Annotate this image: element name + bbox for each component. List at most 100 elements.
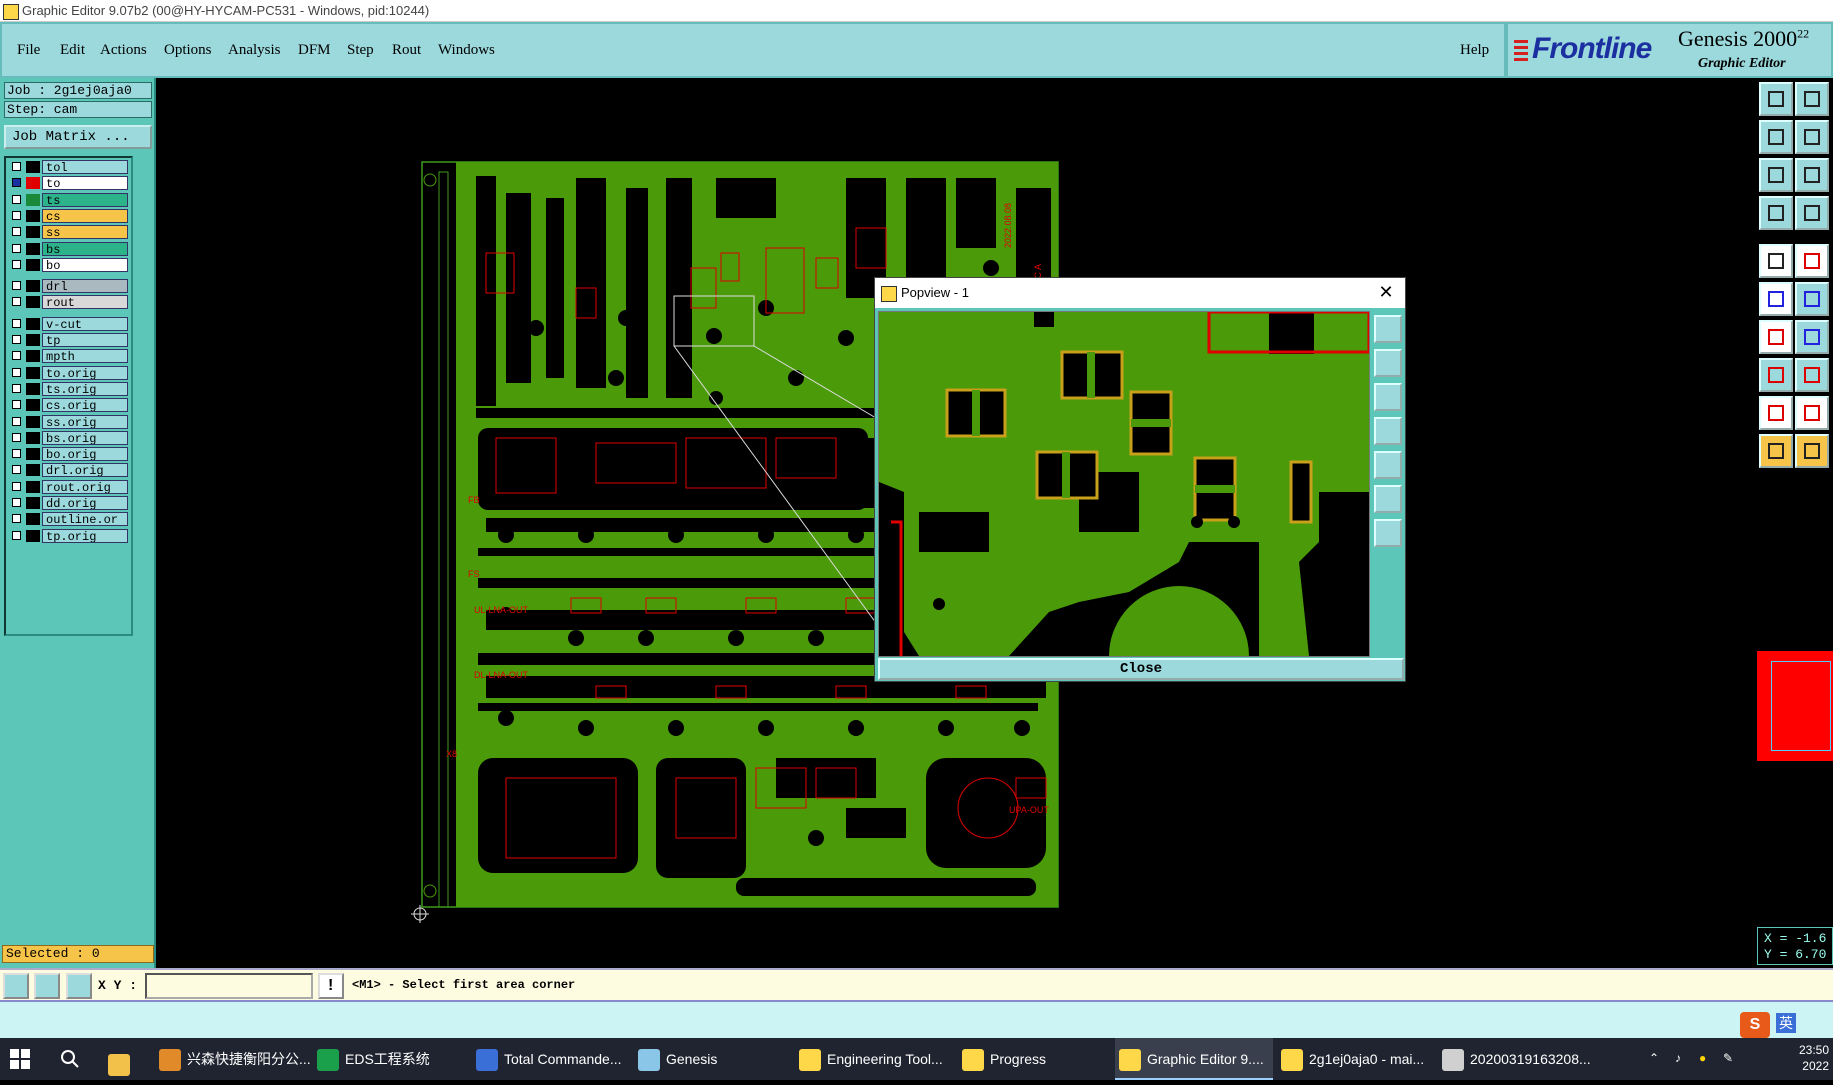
layer-row[interactable]: dd.orig [8, 496, 129, 510]
triangle-button[interactable] [1759, 396, 1793, 430]
layer-name[interactable]: bs [42, 241, 128, 256]
layer-row[interactable]: to.orig [8, 365, 129, 380]
layer-row[interactable]: ts.orig [8, 381, 129, 396]
layer-name[interactable]: ts.orig [42, 381, 128, 396]
file-explorer-button[interactable] [108, 1038, 136, 1080]
layer-checkbox[interactable] [12, 530, 21, 540]
layer-checkbox[interactable] [12, 259, 21, 269]
layer-name[interactable]: tp.orig [42, 528, 128, 543]
layer-name[interactable]: drl.orig [42, 463, 128, 478]
grid-button[interactable] [1795, 196, 1829, 230]
layer-name[interactable]: tol [42, 160, 128, 174]
layer-checkbox[interactable] [12, 243, 21, 253]
menu-analysis[interactable]: Analysis [228, 42, 281, 59]
fill-mode-button[interactable] [1759, 244, 1793, 278]
text-button[interactable] [1795, 396, 1829, 430]
layer-checkbox[interactable] [12, 162, 21, 171]
layer-name[interactable]: bo.orig [42, 447, 128, 462]
grid-snap-button[interactable] [66, 973, 92, 999]
layer-row[interactable]: tol [8, 160, 129, 174]
layer-row[interactable]: rout.orig [8, 479, 129, 494]
menu-options[interactable]: Options [164, 42, 212, 59]
popview-close-button[interactable]: Close [878, 658, 1404, 680]
popview-fit-button[interactable] [1374, 485, 1402, 513]
popview-home-button[interactable] [1374, 519, 1402, 547]
layer-row[interactable]: ss.orig [8, 414, 129, 429]
xy-input[interactable] [145, 973, 313, 999]
snap-button[interactable] [1759, 196, 1793, 230]
layer-row[interactable]: cs [8, 208, 129, 223]
measure-button[interactable] [1759, 320, 1793, 354]
select-all-button[interactable] [1795, 434, 1829, 468]
layer-checkbox[interactable] [12, 227, 21, 237]
menu-windows[interactable]: Windows [438, 42, 495, 59]
layer-name[interactable]: tp [42, 333, 128, 347]
layer-checkbox[interactable] [12, 281, 21, 291]
pan-down-button[interactable] [1795, 82, 1829, 116]
layer-checkbox[interactable] [12, 383, 21, 393]
layer-name[interactable]: bo [42, 257, 128, 272]
clock[interactable]: 23:50 2022 [1780, 1038, 1833, 1080]
popview-pan-left-button[interactable] [1374, 417, 1402, 445]
layer-name[interactable]: cs.orig [42, 398, 128, 413]
ime-logo-icon[interactable]: S [1740, 1012, 1770, 1038]
pan-up-button[interactable] [1759, 82, 1793, 116]
taskbar-app[interactable]: 2g1ej0aja0 - mai... [1277, 1038, 1435, 1080]
layer-name[interactable]: to [42, 176, 128, 191]
layer-row[interactable]: drl.orig [8, 463, 129, 478]
menu-actions[interactable]: Actions [100, 42, 147, 59]
select-button[interactable] [1759, 434, 1793, 468]
layer-row[interactable]: ts [8, 192, 129, 207]
layer-name[interactable]: cs [42, 208, 128, 223]
taskbar-app[interactable]: 20200319163208... [1438, 1038, 1596, 1080]
layer-checkbox[interactable] [12, 514, 21, 524]
info-button[interactable]: ! [318, 973, 344, 999]
pan-left-button[interactable] [1759, 120, 1793, 154]
taskbar-app[interactable]: Genesis [634, 1038, 792, 1080]
layer-row[interactable]: to [8, 176, 129, 191]
layer-checkbox[interactable] [12, 210, 21, 220]
layer-row[interactable]: v-cut [8, 316, 129, 331]
popview-pan-right-button[interactable] [1374, 451, 1402, 479]
menu-step[interactable]: Step [347, 42, 374, 59]
layer-row[interactable]: bo.orig [8, 447, 129, 462]
taskbar-app[interactable]: Total Commande... [472, 1038, 630, 1080]
layer-row[interactable]: cs.orig [8, 398, 129, 413]
layer-checkbox[interactable] [12, 416, 21, 426]
zoom-in-button[interactable] [3, 973, 29, 999]
layer-row[interactable]: bs [8, 241, 129, 256]
layer-checkbox[interactable] [12, 465, 21, 475]
menu-rout[interactable]: Rout [392, 42, 421, 59]
layer-checkbox[interactable] [12, 498, 21, 507]
menu-help[interactable]: Help [1460, 42, 1489, 59]
connect-button[interactable] [1759, 282, 1793, 316]
popview-pan-up-button[interactable] [1374, 349, 1402, 377]
layer-name[interactable]: bs.orig [42, 430, 128, 445]
popview-close-icon[interactable]: ✕ [1375, 280, 1397, 304]
pad-button[interactable] [1759, 358, 1793, 392]
layer-name[interactable]: rout [42, 295, 128, 310]
layer-checkbox[interactable] [12, 335, 21, 344]
popview-zoom-button[interactable] [1374, 315, 1402, 343]
dash-button[interactable] [1795, 358, 1829, 392]
layer-checkbox[interactable] [12, 318, 21, 328]
menu-edit[interactable]: Edit [60, 42, 85, 59]
zoom-out-button[interactable] [34, 973, 60, 999]
popview-pan-down-button[interactable] [1374, 383, 1402, 411]
layer-checkbox[interactable] [12, 481, 21, 491]
layer-name[interactable]: dd.orig [42, 496, 128, 510]
layer-checkbox[interactable] [12, 194, 21, 204]
layer-checkbox[interactable] [12, 351, 21, 361]
layer-checkbox[interactable] [12, 449, 21, 459]
layer-checkbox[interactable] [12, 367, 21, 377]
layer-name[interactable]: ts [42, 192, 128, 207]
system-tray[interactable]: ⌃ ♪ ● ✎ [1645, 1038, 1765, 1080]
layer-checkbox[interactable] [12, 400, 21, 410]
layer-row[interactable]: mpth [8, 349, 129, 364]
job-matrix-button[interactable]: Job Matrix ... [4, 125, 152, 149]
taskbar-app[interactable]: EDS工程系统 [313, 1038, 471, 1080]
layer-row[interactable]: tp [8, 333, 129, 347]
layer-name[interactable]: to.orig [42, 365, 128, 380]
layer-name[interactable]: drl [42, 279, 128, 294]
layer-row[interactable]: bo [8, 257, 129, 272]
